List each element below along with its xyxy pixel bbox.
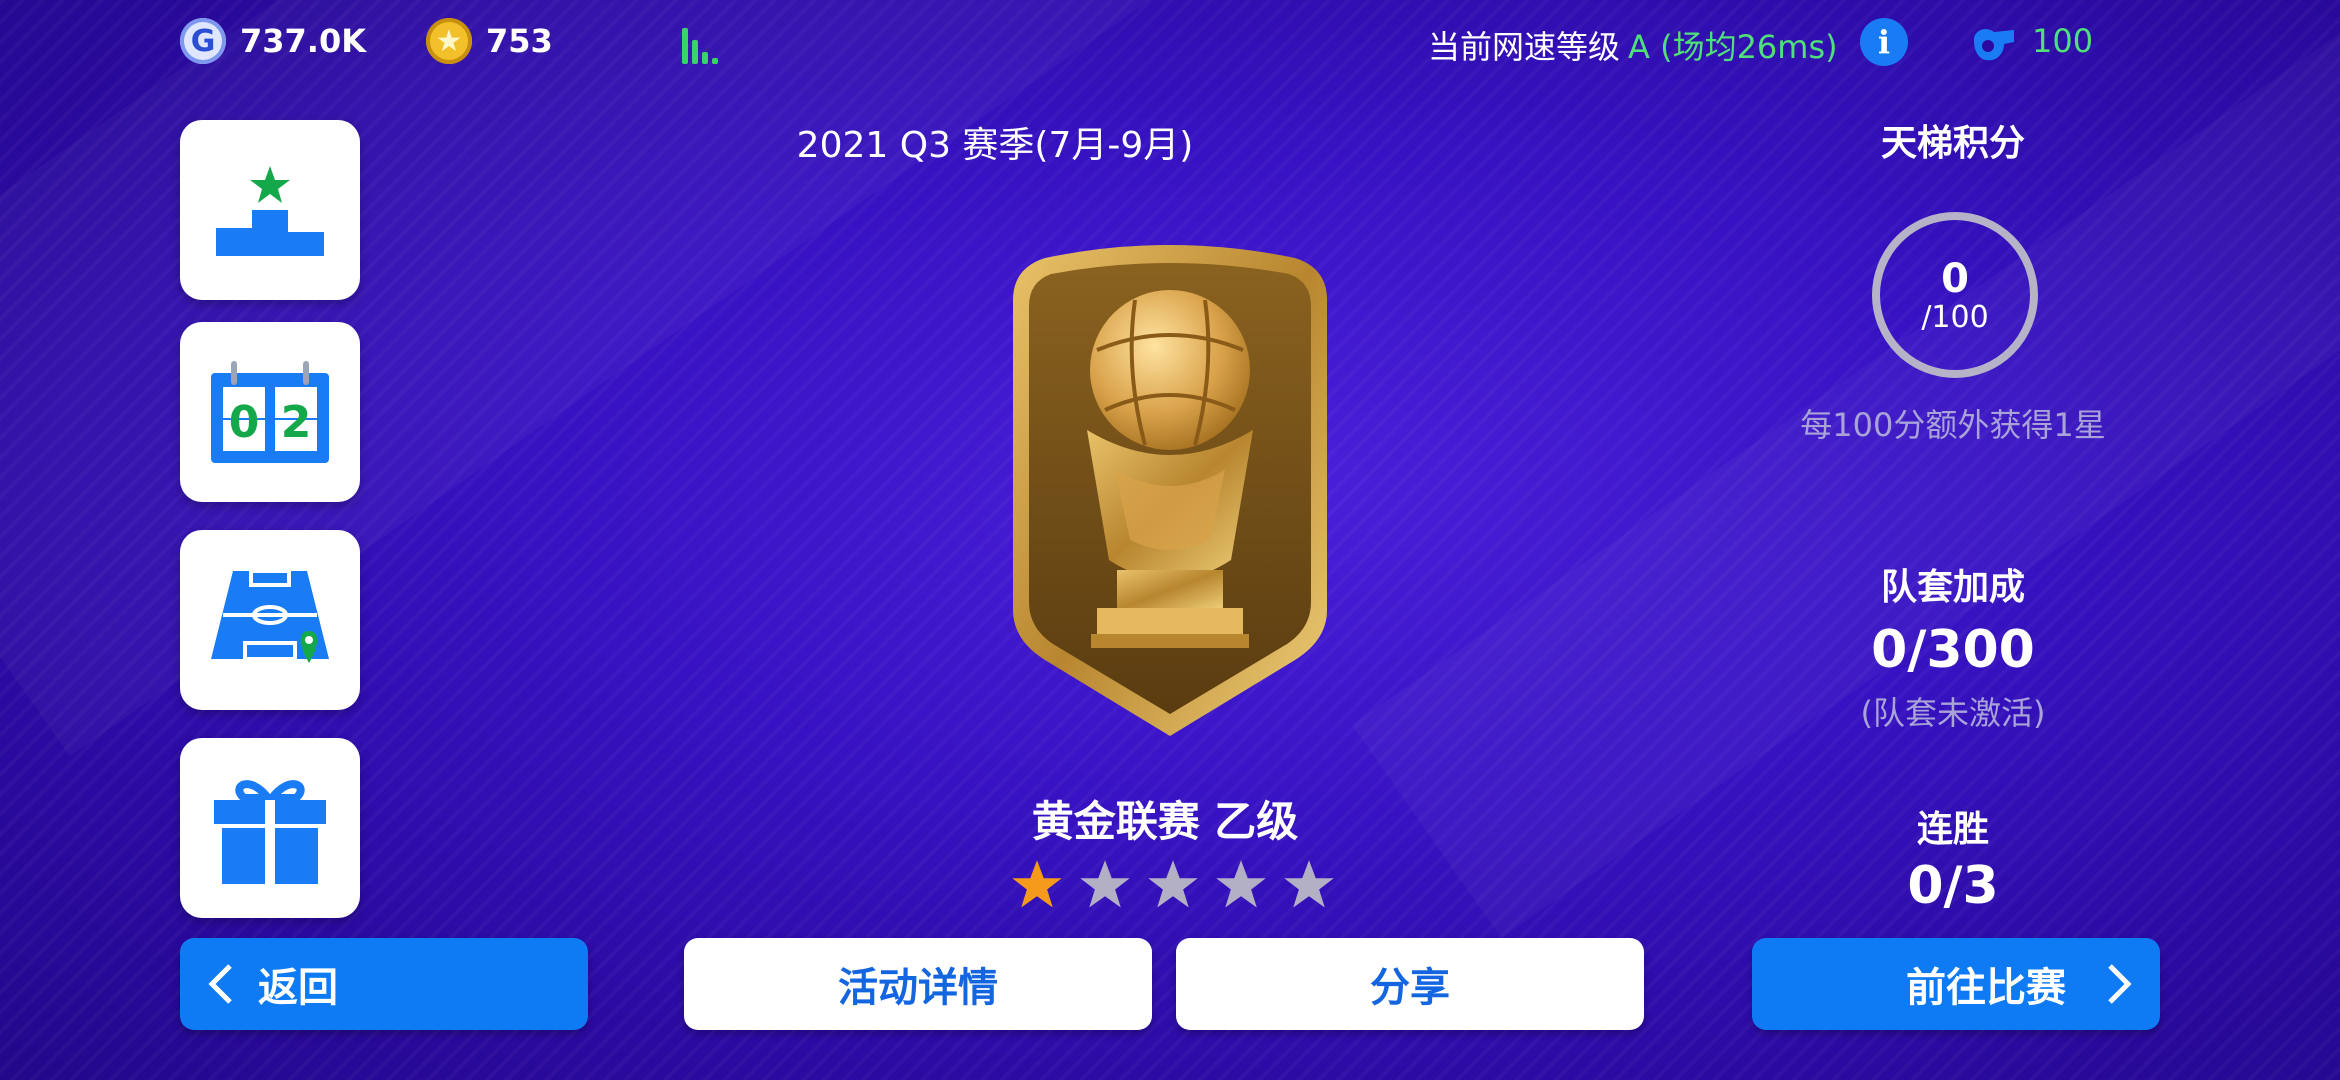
star-empty-icon — [1148, 860, 1198, 908]
gp-currency: G 737.0K — [180, 18, 366, 64]
scoreboard-left-digit: 0 — [229, 397, 260, 448]
star-empty-icon — [1216, 860, 1266, 908]
share-label: 分享 — [1370, 965, 1450, 1011]
kit-bonus-value: 0/300 — [1871, 620, 2035, 680]
win-streak-title: 连胜 — [1916, 809, 1989, 850]
energy-value: 100 — [2032, 22, 2094, 60]
kit-bonus-title: 队套加成 — [1880, 567, 2025, 608]
star-filled-icon — [1012, 860, 1062, 908]
ladder-denominator: /100 — [1921, 299, 1989, 335]
win-streak-value: 0/3 — [1907, 856, 1999, 916]
ladder-note: 每100分额外获得1星 — [1800, 406, 2106, 444]
gold-league-trophy-badge — [1013, 245, 1327, 736]
chevron-right-icon — [2108, 964, 2132, 1004]
gp-coin-icon: G — [180, 18, 226, 64]
coin-value: 753 — [486, 22, 553, 60]
star-coin-icon: ★ — [426, 18, 472, 64]
coin-currency: ★ 753 — [426, 18, 553, 64]
info-icon[interactable]: i — [1860, 18, 1908, 66]
signal-bars-icon[interactable] — [682, 24, 722, 64]
network-status: 当前网速等级 A (场均26ms) — [1428, 22, 1838, 68]
star-empty-icon — [1080, 860, 1130, 908]
scoreboard-right-digit: 2 — [281, 397, 312, 448]
top-bar: G 737.0K ★ 753 当前网速等级 A (场均26ms) i 100 — [0, 18, 2340, 72]
league-name: 黄金联赛 乙级 — [1031, 797, 1299, 846]
match-history-button[interactable]: 0 2 — [180, 322, 360, 502]
share-button[interactable]: 分享 — [1176, 938, 1644, 1030]
chevron-left-icon — [208, 964, 232, 1004]
back-button-label: 返回 — [258, 965, 338, 1011]
gp-value: 737.0K — [240, 22, 367, 60]
network-label: 当前网速等级 — [1428, 28, 1621, 66]
rewards-button[interactable] — [180, 738, 360, 918]
go-to-match-button[interactable]: 前往比赛 — [1752, 938, 2160, 1030]
gift-icon — [214, 780, 326, 884]
ladder-title: 天梯积分 — [1880, 123, 2025, 164]
ladder-progress-ring: 0 /100 — [1872, 212, 2038, 378]
pitch-location-icon — [211, 569, 329, 663]
ladder-value: 0 — [1941, 255, 1969, 302]
podium-icon — [216, 166, 324, 256]
network-grade: A (场均26ms) — [1628, 28, 1838, 66]
back-button[interactable]: 返回 — [180, 938, 588, 1030]
go-to-match-label: 前往比赛 — [1906, 965, 2066, 1011]
event-details-button[interactable]: 活动详情 — [684, 938, 1152, 1030]
pitch-map-button[interactable] — [180, 530, 360, 710]
event-details-label: 活动详情 — [838, 965, 998, 1011]
kit-bonus-note: (队套未激活) — [1860, 694, 2046, 732]
league-star-rating — [1010, 858, 1336, 912]
whistle-icon — [1974, 29, 2014, 61]
scoreboard-icon: 0 2 — [211, 361, 329, 463]
star-empty-icon — [1284, 860, 1334, 908]
